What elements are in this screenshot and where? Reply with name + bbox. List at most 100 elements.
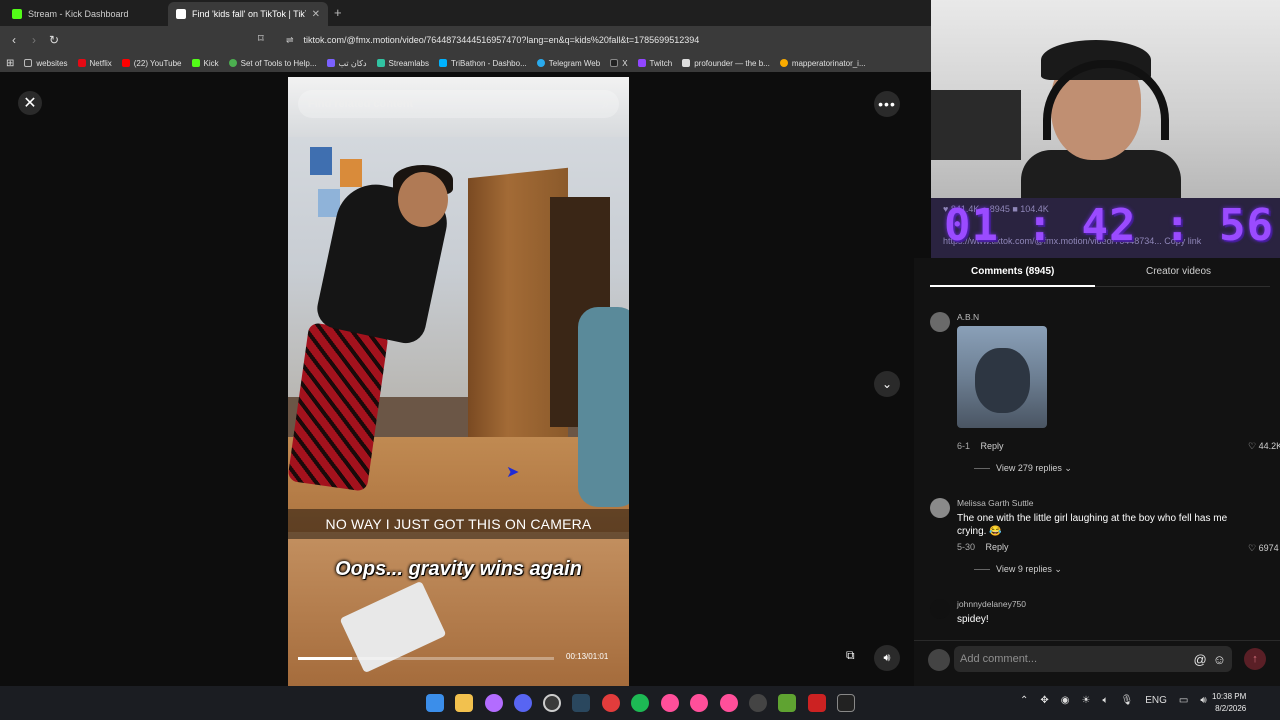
- comment-username[interactable]: Melissa Garth Suttle: [957, 498, 1034, 508]
- volume-button[interactable]: 🔊︎: [874, 645, 900, 671]
- steam-icon[interactable]: [572, 694, 590, 712]
- reload-icon[interactable]: ↻: [44, 33, 64, 47]
- comment-meta: 6-1 Reply: [957, 441, 1004, 451]
- close-tab-icon[interactable]: ✕: [312, 9, 320, 20]
- forward-icon[interactable]: ›: [24, 33, 44, 47]
- terminal-icon[interactable]: [837, 694, 855, 712]
- comment-item: johnnydelaney750 spidey!: [930, 599, 1280, 639]
- search-input[interactable]: [308, 98, 603, 110]
- picture-in-picture-icon[interactable]: ⧉: [846, 648, 855, 663]
- app-icon[interactable]: [690, 694, 708, 712]
- spotify-icon[interactable]: [631, 694, 649, 712]
- windows-start-icon[interactable]: [426, 694, 444, 712]
- bookmark-item[interactable]: Telegram Web: [536, 59, 600, 68]
- comment-input[interactable]: [960, 653, 1188, 665]
- discord-icon[interactable]: [514, 694, 532, 712]
- webcam-overlay: [931, 0, 1280, 198]
- bookmark-item[interactable]: Kick: [191, 59, 219, 68]
- post-comment-button[interactable]: ↑: [1244, 648, 1266, 670]
- chevron-down-icon: ⌄: [1061, 463, 1072, 473]
- display-icon[interactable]: ▭: [1179, 695, 1188, 706]
- tab-creator-videos[interactable]: Creator videos: [1146, 266, 1211, 277]
- comment-username[interactable]: A.B.N: [957, 312, 979, 322]
- tray-app-icon[interactable]: ◉: [1061, 695, 1070, 706]
- language-indicator[interactable]: ENG: [1145, 695, 1167, 706]
- tiktok-video-page: ✕ ••• ⌄ ⧉ 🔊︎ ⌕ NO WAY I JU: [0, 72, 931, 686]
- speaker-icon[interactable]: 🔊︎: [1200, 695, 1206, 706]
- emoji-icon[interactable]: ☺: [1213, 652, 1226, 667]
- avatar[interactable]: [930, 312, 950, 332]
- record-icon[interactable]: [602, 694, 620, 712]
- bookmark-icon[interactable]: ⌑: [258, 32, 264, 45]
- next-video-button[interactable]: ⌄: [874, 371, 900, 397]
- mention-icon[interactable]: @: [1194, 652, 1207, 667]
- bookmark-item[interactable]: mapperatorinator_i...: [779, 59, 866, 68]
- arrow-up-icon: ↑: [1252, 653, 1258, 665]
- brightness-icon[interactable]: ☀: [1082, 695, 1091, 706]
- new-tab-button[interactable]: +: [334, 5, 342, 20]
- microphone-icon[interactable]: 🎙︎: [1120, 695, 1133, 706]
- file-explorer-icon[interactable]: [455, 694, 473, 712]
- profounder-icon: [682, 59, 691, 67]
- bookmarks-bar: ⊞ websites Netflix (22) YouTube Kick Set…: [0, 54, 931, 72]
- bookmark-item[interactable]: Streamlabs: [376, 59, 429, 68]
- bookmark-item[interactable]: websites: [24, 59, 68, 68]
- bookmark-item[interactable]: Twitch: [637, 59, 672, 68]
- obs-icon[interactable]: [543, 694, 561, 712]
- avatar[interactable]: [930, 599, 950, 619]
- tab-comments[interactable]: Comments (8945): [971, 266, 1054, 277]
- clock-date: 8/2/2026: [1215, 704, 1247, 713]
- comment-likes[interactable]: ♡ 44.2K: [1248, 441, 1280, 452]
- wall-poster: [310, 147, 332, 175]
- browser-tab-strip: Stream - Kick Dashboard Find 'kids fall'…: [0, 0, 931, 26]
- taskbar-clock[interactable]: 10:38 PM 8/2/2026: [1212, 691, 1246, 715]
- minecraft-icon[interactable]: [778, 694, 796, 712]
- video-progress-bar[interactable]: [298, 657, 554, 660]
- add-comment-field[interactable]: @ ☺: [954, 646, 1232, 672]
- comment-item: A.B.N 6-1 Reply ♡ 44.2K View 279 replies…: [930, 312, 1280, 474]
- comments-panel: Comments (8945) Creator videos A.B.N 6-1…: [914, 258, 1280, 686]
- app-icon[interactable]: [808, 694, 826, 712]
- view-replies-button[interactable]: View 9 replies ⌄: [996, 564, 1062, 575]
- add-comment-bar: @ ☺ ↑: [914, 640, 1280, 686]
- bookmark-item[interactable]: Netflix: [77, 59, 112, 68]
- app-icon[interactable]: [749, 694, 767, 712]
- mapper-icon: [779, 59, 788, 67]
- tray-app-icon[interactable]: ✥: [1040, 695, 1048, 706]
- comment-sticker-image[interactable]: [957, 326, 1047, 428]
- reply-button[interactable]: Reply: [986, 542, 1009, 552]
- apps-grid-icon[interactable]: ⊞: [6, 58, 14, 69]
- find-related-search[interactable]: ⌕: [298, 90, 619, 118]
- tab-kick-dashboard[interactable]: Stream - Kick Dashboard: [4, 2, 168, 26]
- browser-icon[interactable]: [485, 694, 503, 712]
- bookmark-item[interactable]: profounder — the b...: [682, 59, 770, 68]
- mouse-cursor-icon: ➤: [506, 464, 520, 481]
- chevron-up-icon[interactable]: ⌃: [1020, 695, 1028, 706]
- speaker-icon: 🔊︎: [883, 651, 891, 664]
- bookmark-item[interactable]: Set of Tools to Help...: [228, 59, 317, 68]
- app-icon[interactable]: [720, 694, 738, 712]
- video-frame-head: [398, 172, 448, 227]
- url-bar[interactable]: ⇌ tiktok.com/@fmx.motion/video/764487344…: [280, 29, 925, 51]
- video-player[interactable]: ⌕ NO WAY I JUST GOT THIS ON CAMERA Oops.…: [288, 77, 629, 686]
- more-options-button[interactable]: •••: [874, 91, 900, 117]
- bookmark-item[interactable]: TriBathon - Dashbo...: [439, 59, 527, 68]
- comment-item: Melissa Garth Suttle The one with the li…: [930, 498, 1280, 578]
- back-icon[interactable]: ‹: [4, 33, 24, 47]
- video-frame-floor-closeup: [288, 532, 629, 686]
- view-replies-button[interactable]: View 279 replies ⌄: [996, 463, 1072, 474]
- search-icon[interactable]: ⌕: [602, 97, 609, 112]
- clock-time: 10:38 PM: [1212, 692, 1247, 701]
- comment-likes[interactable]: ♡ 6974: [1248, 543, 1279, 554]
- reply-button[interactable]: Reply: [981, 441, 1004, 451]
- volume-icon[interactable]: 🔈︎: [1102, 695, 1108, 706]
- close-video-button[interactable]: ✕: [18, 91, 42, 115]
- app-icon[interactable]: [661, 694, 679, 712]
- avatar[interactable]: [930, 498, 950, 518]
- comment-username[interactable]: johnnydelaney750: [957, 599, 1026, 609]
- bookmark-item[interactable]: X: [610, 59, 628, 68]
- bookmark-item[interactable]: (22) YouTube: [121, 59, 182, 68]
- bookmark-item[interactable]: دكان تب: [326, 59, 367, 68]
- tab-tiktok[interactable]: Find 'kids fall' on TikTok | TikTok ✕: [168, 2, 328, 26]
- site-info-icon[interactable]: ⇌: [286, 35, 294, 46]
